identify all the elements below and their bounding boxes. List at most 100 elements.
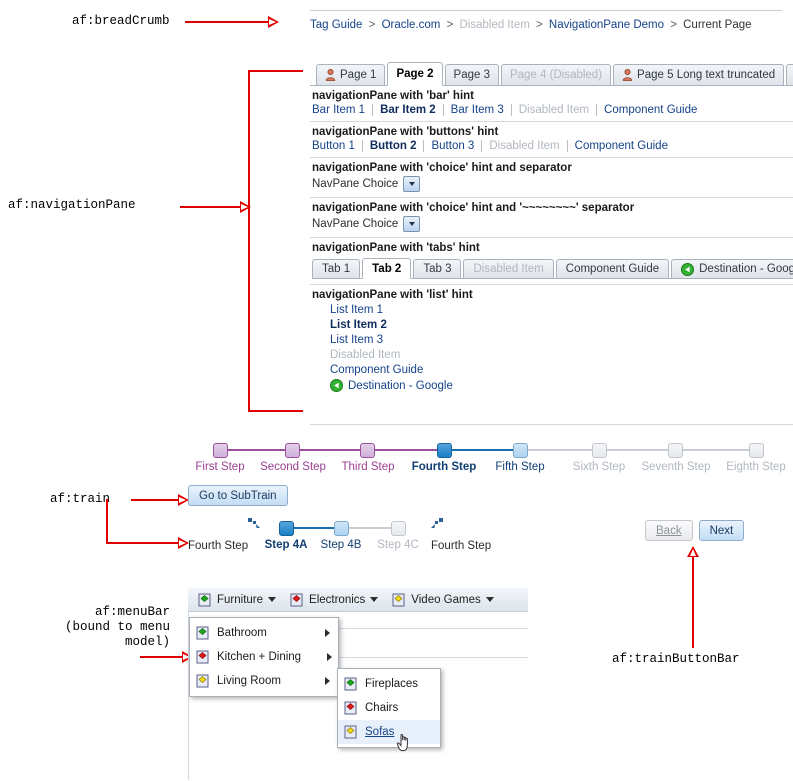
button-item-3[interactable]: Button 3 bbox=[431, 140, 474, 152]
page-tab-page-5[interactable]: Page 5 Long text truncated bbox=[613, 64, 785, 85]
list-item-3[interactable]: List Item 3 bbox=[330, 334, 383, 346]
subtrain-stop-4c bbox=[391, 521, 406, 536]
nav-tab-2[interactable]: Tab 2 bbox=[362, 258, 412, 279]
page-tab-page-2[interactable]: Page 2 bbox=[387, 62, 443, 86]
sub-train-component: Fourth Step Step 4A Step 4B Step 4C Four… bbox=[188, 518, 608, 558]
list-item-1[interactable]: List Item 1 bbox=[330, 304, 383, 316]
train-label-first-step[interactable]: First Step bbox=[195, 461, 244, 473]
list-item-2[interactable]: List Item 2 bbox=[330, 319, 387, 331]
breadcrumb-item-navigationpane-demo[interactable]: NavigationPane Demo bbox=[549, 19, 664, 31]
go-to-subtrain-button[interactable]: Go to SubTrain bbox=[188, 485, 288, 506]
button-item-disabled: Disabled Item bbox=[489, 140, 560, 152]
train-segment bbox=[292, 449, 367, 451]
train-stop-fourth-step[interactable] bbox=[437, 443, 452, 458]
button-item-2[interactable]: Button 2 bbox=[370, 140, 417, 152]
bar-item-3[interactable]: Bar Item 3 bbox=[451, 104, 504, 116]
annotation-line-menubar bbox=[140, 656, 184, 658]
navpane-section-buttons: navigationPane with 'buttons' hint Butto… bbox=[310, 122, 793, 158]
train-label-second-step[interactable]: Second Step bbox=[260, 461, 326, 473]
subtrain-stop-4b[interactable] bbox=[334, 521, 349, 536]
menu-item-fireplaces[interactable]: Fireplaces bbox=[338, 672, 440, 696]
menu-electronics[interactable]: Electronics bbox=[284, 590, 384, 610]
page-tabs: Page 1 Page 2 Page 3 Page 4 (Disabled) P… bbox=[310, 60, 793, 86]
navpane-button-items: Button 1 Button 2 Button 3 Disabled Item… bbox=[312, 140, 793, 152]
chevron-right-icon bbox=[325, 677, 330, 685]
menu-item-chairs[interactable]: Chairs bbox=[338, 696, 440, 720]
train-stop-fifth-step[interactable] bbox=[513, 443, 528, 458]
breadcrumb-item-current-page: Current Page bbox=[683, 19, 752, 31]
living-room-submenu: Fireplaces Chairs Sofas bbox=[337, 668, 441, 748]
list-item-destination-google[interactable]: Destination - Google bbox=[348, 380, 453, 392]
train-label-seventh-step: Seventh Step bbox=[641, 461, 711, 473]
page-tab-page-1[interactable]: Page 1 bbox=[316, 64, 386, 85]
nav-tab-label: Component Guide bbox=[565, 263, 660, 275]
breadcrumb-separator: > bbox=[446, 19, 454, 31]
navpane-section-tabs: navigationPane with 'tabs' hint Tab 1 Ta… bbox=[310, 238, 793, 285]
menu-furniture[interactable]: Furniture bbox=[192, 590, 282, 610]
menu-item-label: Living Room bbox=[217, 675, 281, 687]
navpane-choice[interactable]: NavPane Choice bbox=[312, 216, 793, 232]
doc-green-icon bbox=[198, 593, 212, 607]
list-item: Disabled Item bbox=[330, 349, 793, 361]
subtrain-stop-4a[interactable] bbox=[279, 521, 294, 536]
menu-video-games-label: Video Games bbox=[411, 593, 481, 606]
nav-tab-1[interactable]: Tab 1 bbox=[312, 259, 361, 278]
annotation-arrow-breadcrumb bbox=[268, 16, 279, 28]
navpane-section-choice-tilde: navigationPane with 'choice' hint and '~… bbox=[310, 198, 793, 238]
menu-video-games[interactable]: Video Games bbox=[386, 590, 499, 610]
breadcrumb: Tag Guide > Oracle.com > Disabled Item >… bbox=[310, 10, 793, 31]
nav-tab-component-guide[interactable]: Component Guide bbox=[555, 259, 670, 278]
doc-green-icon bbox=[196, 626, 210, 640]
bar-separator bbox=[372, 104, 374, 116]
chevron-down-icon[interactable] bbox=[403, 176, 421, 192]
nav-tab-destination-google[interactable]: Destination - Google bbox=[671, 259, 793, 278]
back-button: Back bbox=[645, 520, 693, 541]
navpane-section-hint: navigationPane with 'tabs' hint bbox=[312, 242, 480, 254]
train-label-fourth-step[interactable]: Fourth Step bbox=[412, 461, 477, 473]
page-tab-label: Page 3 bbox=[453, 69, 490, 81]
nav-tab-label: Tab 1 bbox=[322, 263, 351, 275]
train-stop-third-step[interactable] bbox=[360, 443, 375, 458]
page-tab-page-3[interactable]: Page 3 bbox=[444, 64, 499, 85]
page-tab-label: Page 1 bbox=[340, 69, 377, 81]
train-stop-second-step[interactable] bbox=[285, 443, 300, 458]
breadcrumb-item-tag-guide[interactable]: Tag Guide bbox=[310, 19, 362, 31]
navpane-tabs: Tab 1 Tab 2 Tab 3 Disabled Item Componen… bbox=[312, 256, 793, 279]
menu-item-sofas[interactable]: Sofas bbox=[338, 720, 440, 744]
menu-item-kitchen-dining[interactable]: Kitchen + Dining bbox=[190, 645, 338, 669]
train-label-third-step[interactable]: Third Step bbox=[341, 461, 394, 473]
train-stop-first-step[interactable] bbox=[213, 443, 228, 458]
menu-item-living-room[interactable]: Living Room bbox=[190, 669, 338, 693]
subtrain-label-4a[interactable]: Step 4A bbox=[265, 539, 308, 551]
subtrain-label-4b[interactable]: Step 4B bbox=[321, 539, 362, 551]
menu-item-label: Sofas bbox=[365, 726, 395, 738]
button-item-component-guide[interactable]: Component Guide bbox=[575, 140, 668, 152]
annotation-menubar-line-1: af:menuBar bbox=[94, 605, 170, 619]
bar-item-disabled: Disabled Item bbox=[518, 104, 590, 116]
bar-item-1[interactable]: Bar Item 1 bbox=[312, 104, 365, 116]
breadcrumb-item-oracle-com[interactable]: Oracle.com bbox=[382, 19, 441, 31]
bar-separator bbox=[442, 104, 444, 116]
list-item-component-guide[interactable]: Component Guide bbox=[330, 364, 423, 376]
bar-separator bbox=[510, 104, 512, 116]
train-label-fifth-step[interactable]: Fifth Step bbox=[495, 461, 544, 473]
button-item-1[interactable]: Button 1 bbox=[312, 140, 355, 152]
bar-item-2[interactable]: Bar Item 2 bbox=[380, 104, 436, 116]
list-item: List Item 3 bbox=[330, 334, 793, 346]
page-tab-page-6-truncated[interactable]: Pag bbox=[786, 64, 793, 85]
doc-yellow-icon bbox=[392, 593, 406, 607]
navpane-choice[interactable]: NavPane Choice bbox=[312, 176, 793, 192]
list-item: List Item 1 bbox=[330, 304, 793, 316]
page-tab-label: Page 4 (Disabled) bbox=[509, 69, 603, 81]
doc-red-icon bbox=[344, 701, 358, 715]
button-separator bbox=[566, 140, 568, 152]
annotation-bracket-navpane-vertical bbox=[248, 70, 250, 412]
user-icon bbox=[622, 69, 633, 81]
nav-tab-label: Tab 3 bbox=[423, 263, 452, 275]
bar-item-component-guide[interactable]: Component Guide bbox=[604, 104, 697, 116]
menu-item-bathroom[interactable]: Bathroom bbox=[190, 621, 338, 645]
chevron-down-icon[interactable] bbox=[403, 216, 421, 232]
green-globe-icon bbox=[681, 262, 695, 276]
nav-tab-3[interactable]: Tab 3 bbox=[413, 259, 462, 278]
next-button[interactable]: Next bbox=[698, 520, 745, 541]
